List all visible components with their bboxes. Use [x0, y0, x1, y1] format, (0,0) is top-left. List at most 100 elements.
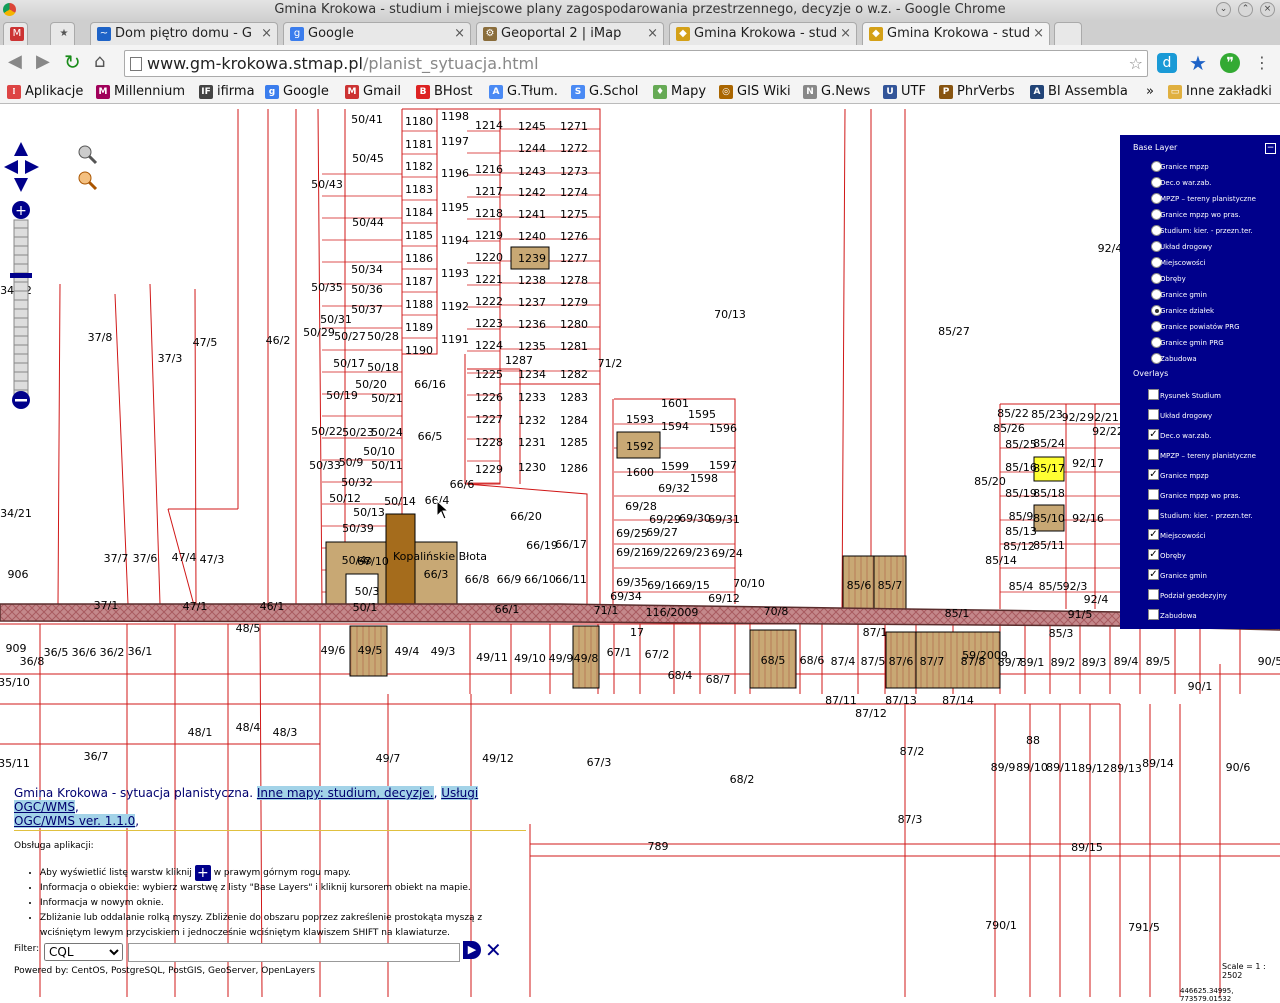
parcel-label[interactable]: 85/19	[1005, 487, 1037, 500]
parcel-label[interactable]: 92/2	[1062, 411, 1087, 424]
bookmark-ifirma[interactable]: IF ifirma	[199, 83, 255, 101]
parcel-label[interactable]: 69/12	[708, 592, 740, 605]
parcel-label[interactable]: 1217	[475, 185, 503, 198]
parcel-label[interactable]: 50/1	[353, 601, 378, 614]
tab-krokowa-2[interactable]: ◆ Gmina Krokowa - stud ×	[862, 22, 1050, 45]
parcel-label[interactable]: 87/6	[889, 655, 914, 668]
parcel-label[interactable]: 1242	[518, 186, 546, 199]
overlay-checkbox[interactable]	[1148, 589, 1159, 600]
overlay-checkbox[interactable]: ✓	[1148, 429, 1159, 440]
parcel-label[interactable]: 1272	[560, 142, 588, 155]
parcel-label[interactable]: 1233	[518, 391, 546, 404]
parcel-label[interactable]: 1596	[709, 422, 737, 435]
parcel-label[interactable]: 1227	[475, 413, 503, 426]
parcel-label[interactable]: 85/20	[974, 475, 1006, 488]
parcel-label[interactable]: 1279	[560, 296, 588, 309]
parcel-label[interactable]: 85/5	[1039, 580, 1064, 593]
parcel-label[interactable]: 1181	[405, 138, 433, 151]
parcel-label[interactable]: 49/11	[476, 651, 508, 664]
parcel-label[interactable]: 1183	[405, 183, 433, 196]
base-layer-label[interactable]: Studium: kier. - przezn.ter.	[1160, 227, 1253, 235]
parcel-label[interactable]: 85/24	[1033, 437, 1065, 450]
parcel-label[interactable]: 66/16	[414, 378, 446, 391]
parcel-label[interactable]: 50/19	[326, 389, 358, 402]
parcel-label[interactable]: 89/1	[1020, 656, 1045, 669]
parcel-label[interactable]: 70/8	[764, 605, 789, 618]
parcel-label[interactable]: 1182	[405, 160, 433, 173]
parcel-label[interactable]: 89/5	[1146, 655, 1171, 668]
parcel-label[interactable]: 1284	[560, 414, 588, 427]
parcel-label[interactable]: 50/23	[342, 426, 374, 439]
parcel-label[interactable]: 69/30	[679, 512, 711, 525]
parcel-label[interactable]: 90/6	[1226, 761, 1251, 774]
overlay-label[interactable]: Rysunek Studium	[1160, 392, 1221, 400]
parcel-label[interactable]: 46/2	[266, 334, 291, 347]
parcel-label[interactable]: 89/9	[991, 761, 1016, 774]
overlay-label[interactable]: Układ drogowy	[1160, 412, 1212, 420]
parcel-label[interactable]: 1244	[518, 142, 546, 155]
parcel-label[interactable]: 89/13	[1110, 762, 1142, 775]
parcel-label[interactable]: 85/23	[1031, 408, 1063, 421]
parcel-label[interactable]: 69/31	[708, 513, 740, 526]
parcel-label[interactable]: 1281	[560, 340, 588, 353]
parcel-label[interactable]: 1283	[560, 391, 588, 404]
parcel-label[interactable]: 1600	[626, 466, 654, 479]
parcel-label[interactable]: 1276	[560, 230, 588, 243]
parcel-label[interactable]: 85/27	[938, 325, 970, 338]
bookmark-bhost[interactable]: B BHost	[416, 83, 473, 101]
extension-d-icon[interactable]: d	[1157, 53, 1177, 73]
base-layer-label[interactable]: MPZP – tereny planistyczne	[1160, 195, 1256, 203]
parcel-label[interactable]: 69/15	[678, 579, 710, 592]
parcel-label[interactable]: 85/18	[1033, 487, 1065, 500]
overlay-checkbox[interactable]: ✓	[1148, 549, 1159, 560]
parcel-label[interactable]: 92/4	[1098, 242, 1123, 255]
tab-close-icon[interactable]: ×	[1033, 23, 1044, 45]
parcel-label[interactable]: 89/10	[1016, 761, 1048, 774]
parcel-label[interactable]: 69/25	[616, 527, 648, 540]
parcel-label[interactable]: 50/14	[384, 495, 416, 508]
overlay-checkbox[interactable]: ✓	[1148, 469, 1159, 480]
parcel-label[interactable]: 87/5	[861, 655, 886, 668]
parcel-label[interactable]: 50/44	[352, 216, 384, 229]
parcel-label[interactable]: 1216	[475, 163, 503, 176]
parcel-label[interactable]: 1595	[688, 408, 716, 421]
parcel-label[interactable]: 1287	[505, 354, 533, 367]
parcel-label[interactable]: 67/2	[645, 648, 670, 661]
parcel-label[interactable]: 50/34	[351, 263, 383, 276]
link-other-maps[interactable]: Inne mapy: studium, decyzje.	[256, 786, 434, 800]
parcel-label[interactable]: 50/29	[303, 326, 335, 339]
forward-arrow-icon[interactable]: ▶	[36, 52, 50, 72]
bookmark-gmail[interactable]: M Gmail	[345, 83, 401, 101]
parcel-label[interactable]: 66/3	[424, 568, 449, 581]
parcel-label[interactable]: 35/10	[0, 676, 30, 689]
parcel-label[interactable]: 85/7	[878, 579, 903, 592]
parcel-label[interactable]: 87/12	[855, 707, 887, 720]
parcel-label[interactable]: 49/5	[358, 644, 383, 657]
parcel-label[interactable]: 1243	[518, 165, 546, 178]
base-layer-label[interactable]: Miejscowości	[1160, 259, 1205, 267]
parcel-label[interactable]: 90/1	[1188, 680, 1213, 693]
overlay-checkbox[interactable]	[1148, 509, 1159, 520]
bookmark-mapy[interactable]: ♦ Mapy	[653, 83, 706, 101]
parcel-label[interactable]: 70/13	[714, 308, 746, 321]
parcel-label[interactable]: 85/13	[1005, 525, 1037, 538]
overlay-label[interactable]: Studium: kier. - przezn.ter.	[1160, 512, 1253, 520]
parcel-label[interactable]: 92/4	[1084, 593, 1109, 606]
overlay-label[interactable]: Obręby	[1160, 552, 1186, 560]
parcel-label[interactable]: 50/17	[333, 357, 365, 370]
bookmarks-overflow-chevron[interactable]: »	[1128, 83, 1154, 101]
parcel-label[interactable]: 36/6	[72, 646, 97, 659]
parcel-label[interactable]: 50/32	[341, 476, 373, 489]
parcel-label[interactable]: 1280	[560, 318, 588, 331]
overlay-label[interactable]: Podział geodezyjny	[1160, 592, 1227, 600]
parcel-label[interactable]: 85/25	[1005, 438, 1037, 451]
parcel-label[interactable]: 906	[8, 568, 29, 581]
parcel-label[interactable]: 49/12	[482, 752, 514, 765]
parcel-label[interactable]: 69/23	[678, 546, 710, 559]
parcel-label[interactable]: 66/20	[510, 510, 542, 523]
parcel-label[interactable]: 50/45	[352, 152, 384, 165]
parcel-label[interactable]: 1275	[560, 208, 588, 221]
overlay-label[interactable]: Granice mpzp	[1160, 472, 1209, 480]
parcel-label[interactable]: 1187	[405, 275, 433, 288]
parcel-label[interactable]: 1286	[560, 462, 588, 475]
